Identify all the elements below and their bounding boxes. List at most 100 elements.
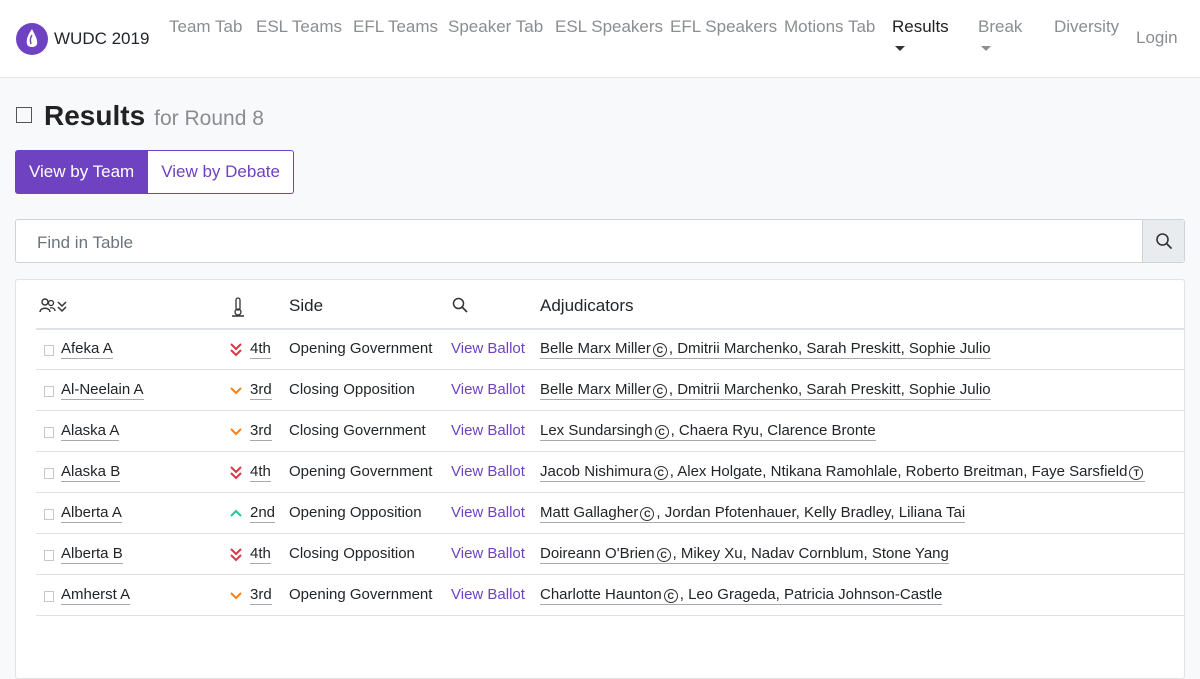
nav-efl-speakers[interactable]: EFL Speakers <box>670 16 777 38</box>
team-name[interactable]: Alaska B <box>61 463 121 482</box>
side-value: Closing Opposition <box>289 545 415 562</box>
brand-logo-icon <box>16 23 48 55</box>
panel-names: , Dmitrii Marchenko, Sarah Preskitt, Sop… <box>668 340 991 357</box>
ballot-column-header[interactable] <box>452 297 468 318</box>
view-by-debate-button[interactable]: View by Debate <box>148 150 294 194</box>
side-value: Closing Government <box>289 422 426 439</box>
nav-esl-speakers[interactable]: ESL Speakers <box>555 16 663 38</box>
row-checkbox[interactable] <box>44 468 54 479</box>
chevron-down-icon <box>230 592 242 600</box>
team-column-header[interactable] <box>39 297 71 320</box>
adjudicators-list[interactable]: Charlotte Haunton C, Leo Grageda, Patrici… <box>540 586 943 605</box>
chair-name: Belle Marx Miller <box>540 340 651 357</box>
nav-break-dropdown[interactable]: Break <box>978 16 1022 51</box>
view-ballot-link[interactable]: View Ballot <box>451 340 525 357</box>
panel-names: , Alex Holgate, Ntikana Ramohlale, Rober… <box>669 463 1128 480</box>
side-value: Closing Opposition <box>289 381 415 398</box>
side-value: Opening Opposition <box>289 504 422 521</box>
adjudicators-list[interactable]: Belle Marx Miller C, Dmitrii Marchenko, S… <box>540 381 991 400</box>
table-row: Al-Neelain A 3rd Closing Opposition View Ba… <box>36 370 1184 411</box>
view-ballot-link[interactable]: View Ballot <box>451 422 525 439</box>
row-checkbox[interactable] <box>44 509 54 520</box>
side-column-header[interactable]: Side <box>289 296 323 316</box>
nav-motions-tab[interactable]: Motions Tab <box>784 16 875 38</box>
side-value: Opening Government <box>289 463 433 480</box>
view-ballot-link[interactable]: View Ballot <box>451 463 525 480</box>
table-row: Alaska B 4th Opening Government View Ballot… <box>36 452 1184 493</box>
rank-value: 4th <box>250 340 271 359</box>
chevron-down-icon <box>230 428 242 436</box>
rank-value: 4th <box>250 463 271 482</box>
view-ballot-link[interactable]: View Ballot <box>451 586 525 603</box>
page-title: Results <box>44 100 146 131</box>
search-icon <box>452 297 468 313</box>
chair-mark: C <box>652 343 667 357</box>
row-checkbox[interactable] <box>44 550 54 561</box>
panel-names: , Jordan Pfotenhauer, Kelly Bradley, Lil… <box>656 504 966 521</box>
chair-name: Matt Gallagher <box>540 504 639 521</box>
nav-team-tab[interactable]: Team Tab <box>169 16 242 38</box>
panel-names: , Chaera Ryu, Clarence Bronte <box>670 422 876 439</box>
search-input[interactable] <box>37 233 1117 253</box>
nav-results-dropdown[interactable]: Results <box>892 16 949 51</box>
row-checkbox[interactable] <box>44 427 54 438</box>
top-navbar: WUDC 2019 Team Tab ESL Teams EFL Teams S… <box>0 0 1200 78</box>
chair-mark: C <box>652 384 667 398</box>
row-checkbox[interactable] <box>44 386 54 397</box>
search-button[interactable] <box>1142 220 1184 262</box>
team-name[interactable]: Amherst A <box>61 586 131 605</box>
rank-value: 3rd <box>250 586 272 605</box>
table-row: Alberta A 2nd Opening Opposition View Ballo… <box>36 493 1184 534</box>
table-row: Alaska A 3rd Closing Government View Ballot… <box>36 411 1184 452</box>
chair-name: Belle Marx Miller <box>540 381 651 398</box>
table-row: Alberta B 4th Closing Opposition View Ballo… <box>36 534 1184 575</box>
nav-speaker-tab[interactable]: Speaker Tab <box>448 16 543 38</box>
adjudicators-list[interactable]: Belle Marx Miller C, Dmitrii Marchenko, S… <box>540 340 991 359</box>
team-name[interactable]: Al-Neelain A <box>61 381 144 400</box>
brand[interactable]: WUDC 2019 <box>16 23 149 55</box>
row-checkbox[interactable] <box>44 345 54 356</box>
view-by-team-button[interactable]: View by Team <box>15 150 149 194</box>
nav-esl-teams[interactable]: ESL Teams <box>256 16 342 38</box>
brand-name: WUDC 2019 <box>54 29 150 48</box>
chair-name: Charlotte Haunton <box>540 586 662 603</box>
team-name[interactable]: Alaska A <box>61 422 120 441</box>
adjudicators-list[interactable]: Jacob Nishimura C, Alex Holgate, Ntikana … <box>540 463 1146 482</box>
search-icon <box>1155 233 1172 249</box>
nav-efl-teams[interactable]: EFL Teams <box>353 16 438 38</box>
rank-column-header[interactable] <box>231 297 245 322</box>
view-ballot-link[interactable]: View Ballot <box>451 504 525 521</box>
team-sort-icon <box>39 298 67 313</box>
view-toggle-group: View by Team View by Debate <box>15 150 294 194</box>
table-search <box>15 219 1185 263</box>
nav-diversity[interactable]: Diversity <box>1054 16 1119 38</box>
adjudicators-column-header[interactable]: Adjudicators <box>540 296 634 316</box>
chair-name: Jacob Nishimura <box>540 463 652 480</box>
panel-names: , Leo Grageda, Patricia Johnson-Castle <box>679 586 943 603</box>
team-name[interactable]: Alberta A <box>61 504 122 523</box>
team-name[interactable]: Afeka A <box>61 340 113 359</box>
page-header: Results for Round 8 <box>16 100 264 132</box>
caret-down-icon <box>895 46 905 51</box>
row-checkbox[interactable] <box>44 591 54 602</box>
adjudicators-list[interactable]: Doireann O'Brien C, Mikey Xu, Nadav Cornb… <box>540 545 949 564</box>
nav-login[interactable]: Login <box>1136 27 1178 49</box>
double-chevron-down-icon <box>230 466 242 480</box>
chair-mark: C <box>653 466 668 480</box>
adjudicators-list[interactable]: Lex Sundarsingh C, Chaera Ryu, Clarence B… <box>540 422 876 441</box>
side-value: Opening Government <box>289 586 433 603</box>
team-name[interactable]: Alberta B <box>61 545 123 564</box>
adjudicators-list[interactable]: Matt Gallagher C, Jordan Pfotenhauer, Kel… <box>540 504 966 523</box>
chair-name: Doireann O'Brien <box>540 545 655 562</box>
chair-mark: C <box>640 507 655 521</box>
page-subtitle: for Round 8 <box>154 107 264 130</box>
chevron-down-icon <box>230 387 242 395</box>
rank-value: 4th <box>250 545 271 564</box>
caret-down-icon <box>981 46 991 51</box>
view-ballot-link[interactable]: View Ballot <box>451 381 525 398</box>
table-row: Amherst A 3rd Opening Government View Ballo… <box>36 575 1184 616</box>
view-ballot-link[interactable]: View Ballot <box>451 545 525 562</box>
chair-mark: C <box>656 548 671 562</box>
rank-value: 3rd <box>250 381 272 400</box>
trainee-mark: T <box>1129 466 1144 480</box>
